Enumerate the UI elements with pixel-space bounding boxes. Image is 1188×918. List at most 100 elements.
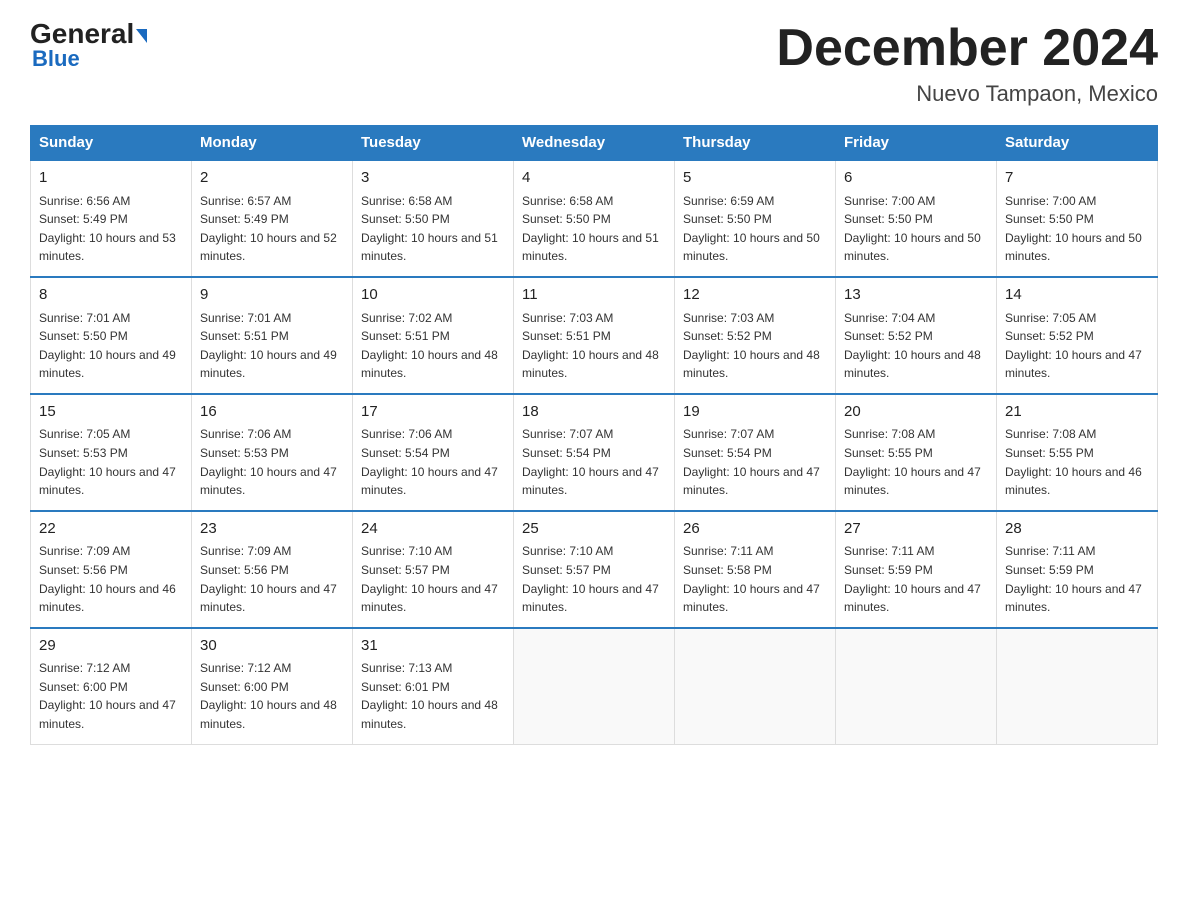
table-row: 29Sunrise: 7:12 AMSunset: 6:00 PMDayligh… [31, 628, 192, 744]
table-row: 24Sunrise: 7:10 AMSunset: 5:57 PMDayligh… [353, 511, 514, 628]
day-number: 10 [361, 284, 505, 307]
day-info: Sunrise: 7:00 AMSunset: 5:50 PMDaylight:… [1005, 192, 1149, 266]
table-row: 7Sunrise: 7:00 AMSunset: 5:50 PMDaylight… [997, 160, 1158, 277]
table-row: 13Sunrise: 7:04 AMSunset: 5:52 PMDayligh… [836, 277, 997, 394]
day-number: 7 [1005, 167, 1149, 190]
logo-general-text: General [30, 20, 134, 48]
day-info: Sunrise: 7:11 AMSunset: 5:59 PMDaylight:… [844, 542, 988, 616]
logo-arrow-icon [136, 29, 147, 43]
table-row: 19Sunrise: 7:07 AMSunset: 5:54 PMDayligh… [675, 394, 836, 511]
day-number: 23 [200, 518, 344, 541]
table-row: 17Sunrise: 7:06 AMSunset: 5:54 PMDayligh… [353, 394, 514, 511]
day-number: 4 [522, 167, 666, 190]
day-info: Sunrise: 7:09 AMSunset: 5:56 PMDaylight:… [200, 542, 344, 616]
day-number: 11 [522, 284, 666, 307]
day-info: Sunrise: 7:12 AMSunset: 6:00 PMDaylight:… [39, 659, 183, 733]
header-saturday: Saturday [997, 126, 1158, 161]
day-info: Sunrise: 6:58 AMSunset: 5:50 PMDaylight:… [522, 192, 666, 266]
calendar-week-row: 29Sunrise: 7:12 AMSunset: 6:00 PMDayligh… [31, 628, 1158, 744]
day-number: 1 [39, 167, 183, 190]
table-row: 14Sunrise: 7:05 AMSunset: 5:52 PMDayligh… [997, 277, 1158, 394]
header-friday: Friday [836, 126, 997, 161]
table-row [514, 628, 675, 744]
day-info: Sunrise: 7:10 AMSunset: 5:57 PMDaylight:… [522, 542, 666, 616]
day-number: 31 [361, 635, 505, 658]
calendar-table: Sunday Monday Tuesday Wednesday Thursday… [30, 125, 1158, 744]
day-number: 14 [1005, 284, 1149, 307]
table-row: 18Sunrise: 7:07 AMSunset: 5:54 PMDayligh… [514, 394, 675, 511]
table-row: 6Sunrise: 7:00 AMSunset: 5:50 PMDaylight… [836, 160, 997, 277]
day-number: 21 [1005, 401, 1149, 424]
day-number: 17 [361, 401, 505, 424]
table-row: 5Sunrise: 6:59 AMSunset: 5:50 PMDaylight… [675, 160, 836, 277]
table-row [836, 628, 997, 744]
table-row: 15Sunrise: 7:05 AMSunset: 5:53 PMDayligh… [31, 394, 192, 511]
table-row [997, 628, 1158, 744]
day-info: Sunrise: 7:09 AMSunset: 5:56 PMDaylight:… [39, 542, 183, 616]
day-number: 25 [522, 518, 666, 541]
day-number: 30 [200, 635, 344, 658]
day-info: Sunrise: 7:06 AMSunset: 5:54 PMDaylight:… [361, 425, 505, 499]
day-number: 18 [522, 401, 666, 424]
table-row: 31Sunrise: 7:13 AMSunset: 6:01 PMDayligh… [353, 628, 514, 744]
day-info: Sunrise: 7:12 AMSunset: 6:00 PMDaylight:… [200, 659, 344, 733]
day-info: Sunrise: 7:01 AMSunset: 5:50 PMDaylight:… [39, 309, 183, 383]
table-row: 11Sunrise: 7:03 AMSunset: 5:51 PMDayligh… [514, 277, 675, 394]
day-info: Sunrise: 7:02 AMSunset: 5:51 PMDaylight:… [361, 309, 505, 383]
logo-blue-text: Blue [30, 46, 80, 72]
table-row: 3Sunrise: 6:58 AMSunset: 5:50 PMDaylight… [353, 160, 514, 277]
day-number: 6 [844, 167, 988, 190]
day-number: 24 [361, 518, 505, 541]
day-info: Sunrise: 7:11 AMSunset: 5:59 PMDaylight:… [1005, 542, 1149, 616]
day-number: 3 [361, 167, 505, 190]
table-row [675, 628, 836, 744]
day-number: 12 [683, 284, 827, 307]
day-info: Sunrise: 7:07 AMSunset: 5:54 PMDaylight:… [683, 425, 827, 499]
table-row: 9Sunrise: 7:01 AMSunset: 5:51 PMDaylight… [192, 277, 353, 394]
header-wednesday: Wednesday [514, 126, 675, 161]
day-number: 28 [1005, 518, 1149, 541]
header-thursday: Thursday [675, 126, 836, 161]
day-number: 5 [683, 167, 827, 190]
calendar-week-row: 1Sunrise: 6:56 AMSunset: 5:49 PMDaylight… [31, 160, 1158, 277]
day-info: Sunrise: 7:04 AMSunset: 5:52 PMDaylight:… [844, 309, 988, 383]
location-title: Nuevo Tampaon, Mexico [776, 81, 1158, 107]
day-info: Sunrise: 7:08 AMSunset: 5:55 PMDaylight:… [844, 425, 988, 499]
calendar-week-row: 8Sunrise: 7:01 AMSunset: 5:50 PMDaylight… [31, 277, 1158, 394]
table-row: 23Sunrise: 7:09 AMSunset: 5:56 PMDayligh… [192, 511, 353, 628]
month-title: December 2024 [776, 20, 1158, 77]
table-row: 26Sunrise: 7:11 AMSunset: 5:58 PMDayligh… [675, 511, 836, 628]
table-row: 28Sunrise: 7:11 AMSunset: 5:59 PMDayligh… [997, 511, 1158, 628]
table-row: 1Sunrise: 6:56 AMSunset: 5:49 PMDaylight… [31, 160, 192, 277]
header-monday: Monday [192, 126, 353, 161]
weekday-header-row: Sunday Monday Tuesday Wednesday Thursday… [31, 126, 1158, 161]
calendar-week-row: 22Sunrise: 7:09 AMSunset: 5:56 PMDayligh… [31, 511, 1158, 628]
table-row: 25Sunrise: 7:10 AMSunset: 5:57 PMDayligh… [514, 511, 675, 628]
day-info: Sunrise: 7:03 AMSunset: 5:52 PMDaylight:… [683, 309, 827, 383]
table-row: 22Sunrise: 7:09 AMSunset: 5:56 PMDayligh… [31, 511, 192, 628]
day-info: Sunrise: 7:11 AMSunset: 5:58 PMDaylight:… [683, 542, 827, 616]
day-info: Sunrise: 6:58 AMSunset: 5:50 PMDaylight:… [361, 192, 505, 266]
day-number: 27 [844, 518, 988, 541]
table-row: 2Sunrise: 6:57 AMSunset: 5:49 PMDaylight… [192, 160, 353, 277]
day-info: Sunrise: 6:59 AMSunset: 5:50 PMDaylight:… [683, 192, 827, 266]
table-row: 16Sunrise: 7:06 AMSunset: 5:53 PMDayligh… [192, 394, 353, 511]
day-info: Sunrise: 7:00 AMSunset: 5:50 PMDaylight:… [844, 192, 988, 266]
table-row: 20Sunrise: 7:08 AMSunset: 5:55 PMDayligh… [836, 394, 997, 511]
day-number: 16 [200, 401, 344, 424]
table-row: 21Sunrise: 7:08 AMSunset: 5:55 PMDayligh… [997, 394, 1158, 511]
day-info: Sunrise: 7:06 AMSunset: 5:53 PMDaylight:… [200, 425, 344, 499]
table-row: 4Sunrise: 6:58 AMSunset: 5:50 PMDaylight… [514, 160, 675, 277]
day-number: 8 [39, 284, 183, 307]
day-info: Sunrise: 7:05 AMSunset: 5:53 PMDaylight:… [39, 425, 183, 499]
day-info: Sunrise: 7:08 AMSunset: 5:55 PMDaylight:… [1005, 425, 1149, 499]
day-info: Sunrise: 7:10 AMSunset: 5:57 PMDaylight:… [361, 542, 505, 616]
table-row: 12Sunrise: 7:03 AMSunset: 5:52 PMDayligh… [675, 277, 836, 394]
day-number: 9 [200, 284, 344, 307]
table-row: 10Sunrise: 7:02 AMSunset: 5:51 PMDayligh… [353, 277, 514, 394]
day-info: Sunrise: 7:13 AMSunset: 6:01 PMDaylight:… [361, 659, 505, 733]
day-info: Sunrise: 7:01 AMSunset: 5:51 PMDaylight:… [200, 309, 344, 383]
day-number: 2 [200, 167, 344, 190]
table-row: 8Sunrise: 7:01 AMSunset: 5:50 PMDaylight… [31, 277, 192, 394]
day-info: Sunrise: 7:07 AMSunset: 5:54 PMDaylight:… [522, 425, 666, 499]
